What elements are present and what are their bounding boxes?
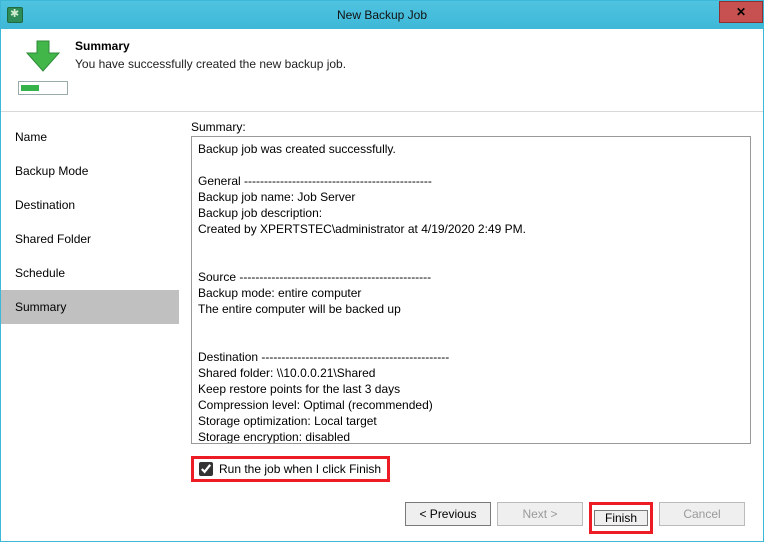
summary-label: Summary: xyxy=(191,120,751,134)
next-button: Next > xyxy=(497,502,583,526)
sidebar-item-schedule[interactable]: Schedule xyxy=(1,256,179,290)
wizard-main: Summary: Backup job was created successf… xyxy=(179,112,763,482)
progress-bar-icon xyxy=(18,81,68,95)
wizard-header-icon xyxy=(15,39,71,95)
run-job-highlight: Run the job when I click Finish xyxy=(191,456,390,482)
finish-highlight: Finish xyxy=(589,502,653,534)
sidebar-item-destination[interactable]: Destination xyxy=(1,188,179,222)
wizard-sidebar: Name Backup Mode Destination Shared Fold… xyxy=(1,112,179,482)
sidebar-item-backup-mode[interactable]: Backup Mode xyxy=(1,154,179,188)
title-bar: New Backup Job ✕ xyxy=(1,1,763,29)
finish-button[interactable]: Finish xyxy=(594,510,648,526)
run-job-label[interactable]: Run the job when I click Finish xyxy=(219,462,381,476)
run-job-row: Run the job when I click Finish xyxy=(191,456,751,482)
wizard-footer: < Previous Next > Finish Cancel xyxy=(1,482,763,534)
run-job-checkbox[interactable] xyxy=(199,462,213,476)
header-subtitle: You have successfully created the new ba… xyxy=(75,57,346,71)
window-title: New Backup Job xyxy=(337,8,427,22)
sidebar-item-shared-folder[interactable]: Shared Folder xyxy=(1,222,179,256)
close-button[interactable]: ✕ xyxy=(719,1,763,23)
wizard-header: Summary You have successfully created th… xyxy=(1,29,763,101)
sidebar-item-name[interactable]: Name xyxy=(1,120,179,154)
cancel-button: Cancel xyxy=(659,502,745,526)
download-arrow-icon xyxy=(15,39,71,73)
sidebar-item-summary[interactable]: Summary xyxy=(1,290,179,324)
header-title: Summary xyxy=(75,39,346,53)
summary-textbox[interactable]: Backup job was created successfully. Gen… xyxy=(191,136,751,444)
wizard-body: Name Backup Mode Destination Shared Fold… xyxy=(1,112,763,482)
previous-button[interactable]: < Previous xyxy=(405,502,491,526)
app-icon xyxy=(7,7,23,23)
